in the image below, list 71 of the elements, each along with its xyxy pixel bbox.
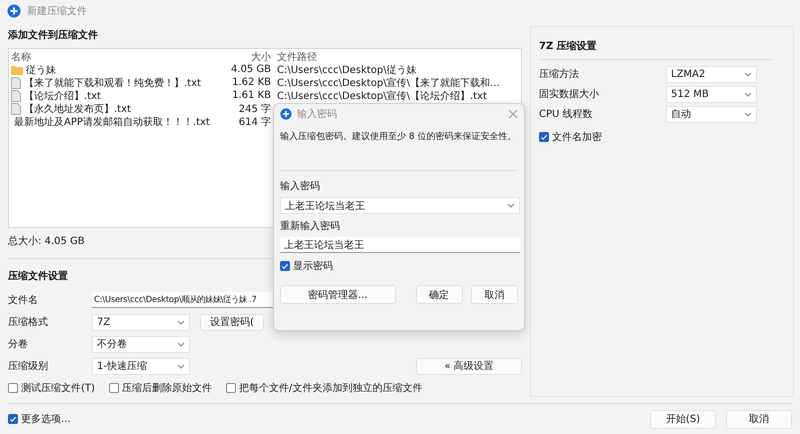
file-size: 614 字 (238, 116, 272, 128)
folder-icon (11, 64, 23, 74)
chevron-down-icon (507, 203, 515, 208)
level-dropdown[interactable]: 1-快速压缩 (92, 358, 190, 374)
document-icon (11, 102, 21, 114)
file-size: 1.61 KB (231, 90, 272, 101)
chevron-down-icon (177, 364, 185, 368)
dialog-title: 输入密码 (297, 108, 337, 121)
total-size: 总大小: 4.05 GB (8, 234, 85, 248)
field-label: 文件名 (8, 294, 39, 307)
advanced-settings-button[interactable]: « 高级设置 (416, 358, 522, 374)
field-label: 分卷 (8, 338, 29, 351)
field-label: 压缩级别 (8, 360, 49, 373)
dialog-button[interactable]: 确定 (416, 285, 463, 304)
file-size: 1.62 KB (231, 77, 272, 88)
set-password-button[interactable]: 设置密码( (200, 314, 264, 330)
chevron-down-icon (744, 112, 752, 116)
file-name[interactable]: 最新地址及APP请发邮箱自动获取！！！.txt (14, 114, 210, 128)
chevron-down-icon (177, 342, 185, 346)
file-name[interactable]: 【论坛介绍】.txt (24, 88, 101, 102)
checkbox-label: 测试压缩文件(T) (21, 382, 95, 395)
section-heading: 添加文件到压缩文件 (8, 28, 99, 42)
close-icon[interactable] (508, 109, 518, 119)
dialog-button[interactable]: 取消 (470, 285, 518, 304)
app-icon (280, 108, 292, 120)
file-name[interactable]: 【来了就能下载和观看！纯免费！】.txt (24, 76, 201, 90)
chevron-down-icon (744, 72, 752, 76)
dialog-message: 输入压缩包密码。建议使用至少 8 位的密码来保证安全性。 (280, 130, 518, 144)
checkbox[interactable]: 压缩后删除原始文件 (108, 381, 212, 395)
file-name[interactable]: 【永久地址发布页】.txt (24, 102, 131, 116)
section-heading: 压缩文件设置 (8, 270, 69, 283)
file-size: 4.05 GB (230, 64, 272, 75)
document-icon (11, 90, 21, 102)
dialog-button[interactable]: 取消 (726, 410, 792, 428)
chevron-down-icon (177, 320, 185, 324)
field-label: 固实数据大小 (539, 88, 600, 101)
dialog-button[interactable]: 密码管理器... (280, 285, 396, 304)
option-dropdown[interactable]: 512 MB (666, 86, 757, 102)
document-icon (11, 76, 21, 88)
format-dropdown[interactable]: 7Z (92, 314, 190, 330)
column-header[interactable]: 名称 (11, 50, 209, 64)
app-icon (7, 4, 21, 18)
column-header[interactable]: 大小 (209, 50, 277, 64)
chevron-down-icon (744, 92, 752, 96)
file-path: C:\Users\ccc\Desktop\従う妹 (277, 64, 418, 76)
field-label: 输入密码 (280, 180, 321, 193)
option-dropdown[interactable]: 自动 (666, 106, 757, 122)
checkbox-label: 压缩后删除原始文件 (122, 382, 212, 395)
checkbox[interactable]: 文件名加密 (539, 130, 602, 144)
file-path: C:\Users\ccc\Desktop\宣传\【论坛介绍】.txt (277, 90, 488, 102)
field-label: CPU 线程数 (539, 108, 594, 121)
checkbox-label: 更多选项... (21, 412, 71, 426)
option-dropdown[interactable]: LZMA2 (666, 66, 757, 82)
column-header[interactable]: 文件路径 (277, 50, 519, 64)
window-title: 新建压缩文件 (27, 4, 87, 18)
field-label: 压缩方法 (539, 68, 580, 81)
file-size: 245 字 (238, 102, 272, 116)
field-label: 重新输入密码 (280, 220, 341, 233)
file-name[interactable]: 従う妹 (26, 62, 56, 76)
checkbox-label: 显示密码 (293, 260, 333, 273)
volume-dropdown[interactable]: 不分卷 (92, 336, 190, 352)
checkbox[interactable]: 测试压缩文件(T) (8, 381, 95, 395)
field-label: 压缩格式 (8, 316, 49, 329)
checkbox[interactable]: 显示密码 (280, 259, 333, 273)
checkbox[interactable]: 更多选项... (8, 412, 71, 426)
password-field[interactable]: 上老王论坛当老王 (280, 197, 520, 214)
file-path: C:\Users\ccc\Desktop\宣传\【来了就能下载和… (277, 76, 501, 90)
confirm-password-field[interactable]: 上老王论坛当老王 (280, 237, 520, 253)
checkbox-label: 文件名加密 (552, 130, 602, 144)
dialog-button[interactable]: 开始(S) (650, 410, 716, 428)
section-heading: 7Z 压缩设置 (539, 40, 598, 53)
